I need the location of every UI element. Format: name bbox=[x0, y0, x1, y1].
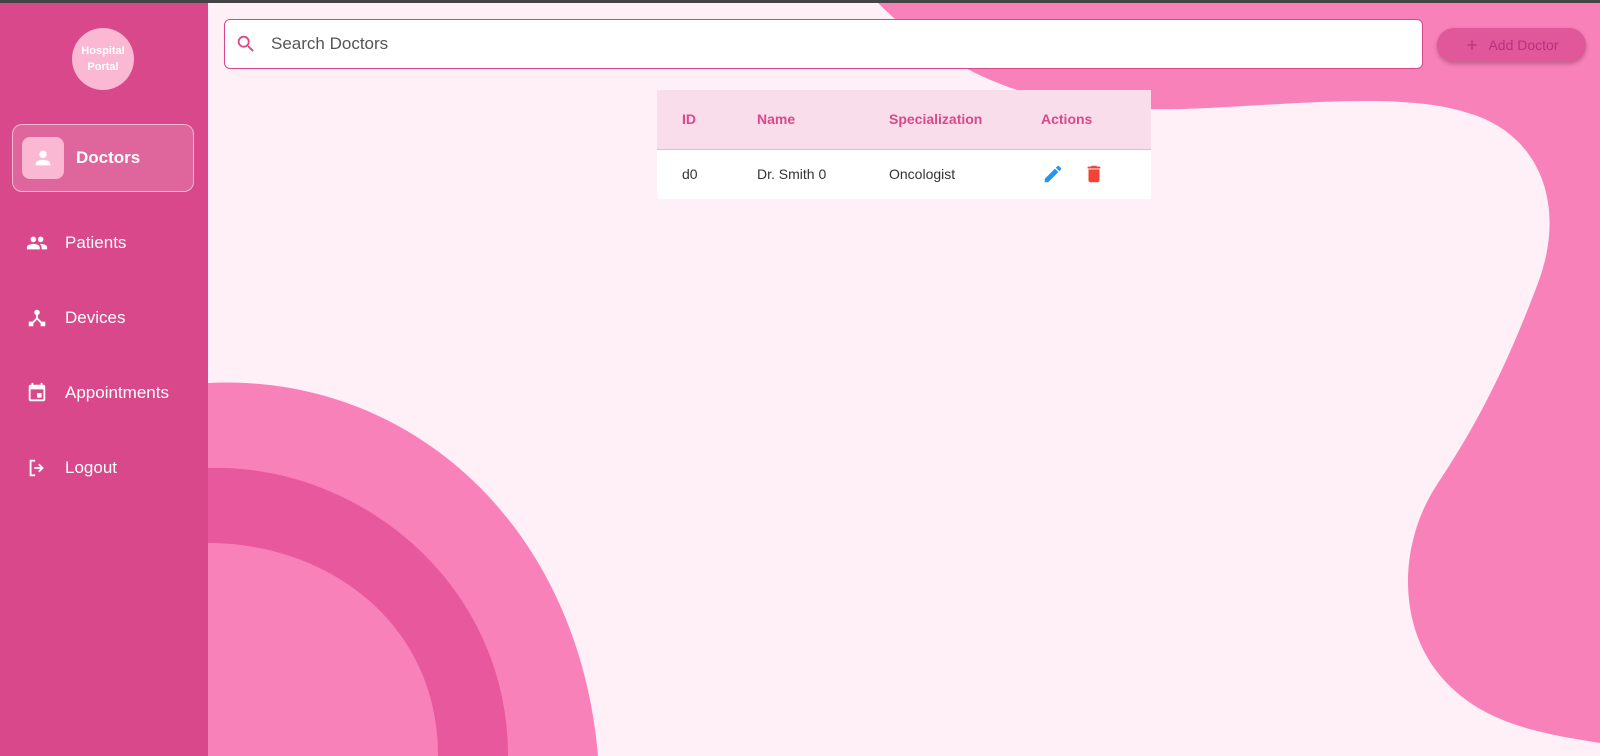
sidebar-item-patients[interactable]: Patients bbox=[12, 209, 194, 277]
window-top-border bbox=[0, 0, 1600, 3]
people-icon bbox=[25, 231, 49, 255]
cell-specialization: Oncologist bbox=[889, 166, 956, 183]
cell-name: Dr. Smith 0 bbox=[757, 166, 827, 183]
sidebar-item-appointments[interactable]: Appointments bbox=[12, 359, 194, 427]
add-doctor-button[interactable]: Add Doctor bbox=[1437, 28, 1586, 62]
logout-icon bbox=[25, 456, 49, 480]
doctors-table: ID Name Specialization Actions d0 Dr. Sm… bbox=[657, 90, 1151, 199]
sidebar-item-label: Appointments bbox=[65, 383, 169, 402]
sidebar-item-label: Devices bbox=[65, 308, 126, 327]
sidebar-item-label: Doctors bbox=[76, 148, 141, 167]
device-hub-icon bbox=[25, 306, 49, 330]
sidebar-item-label: Patients bbox=[65, 233, 127, 252]
person-icon bbox=[22, 137, 64, 179]
table-header-row: ID Name Specialization Actions bbox=[657, 90, 1151, 150]
cell-actions bbox=[1016, 149, 1151, 199]
logo-text: Hospital Portal bbox=[81, 45, 125, 73]
delete-icon[interactable] bbox=[1082, 162, 1106, 186]
search-bar bbox=[224, 19, 1423, 69]
column-header-name: Name bbox=[732, 90, 864, 150]
search-icon bbox=[235, 32, 259, 56]
cell-id: d0 bbox=[682, 166, 698, 183]
column-header-specialization: Specialization bbox=[864, 90, 1016, 150]
sidebar-item-devices[interactable]: Devices bbox=[12, 284, 194, 352]
sidebar: Hospital Portal Doctors Patients Devices… bbox=[0, 3, 208, 756]
plus-icon bbox=[1464, 37, 1480, 53]
sidebar-item-label: Logout bbox=[65, 458, 117, 477]
sidebar-item-doctors[interactable]: Doctors bbox=[12, 124, 194, 192]
sidebar-item-logout[interactable]: Logout bbox=[12, 434, 194, 502]
column-header-id: ID bbox=[657, 90, 732, 150]
add-doctor-label: Add Doctor bbox=[1488, 37, 1559, 53]
table-row: d0 Dr. Smith 0 Oncologist bbox=[657, 149, 1151, 199]
app-logo: Hospital Portal bbox=[72, 28, 134, 90]
calendar-icon bbox=[25, 381, 49, 405]
edit-icon[interactable] bbox=[1041, 162, 1065, 186]
search-input[interactable] bbox=[269, 33, 1373, 55]
column-header-actions: Actions bbox=[1016, 90, 1151, 150]
